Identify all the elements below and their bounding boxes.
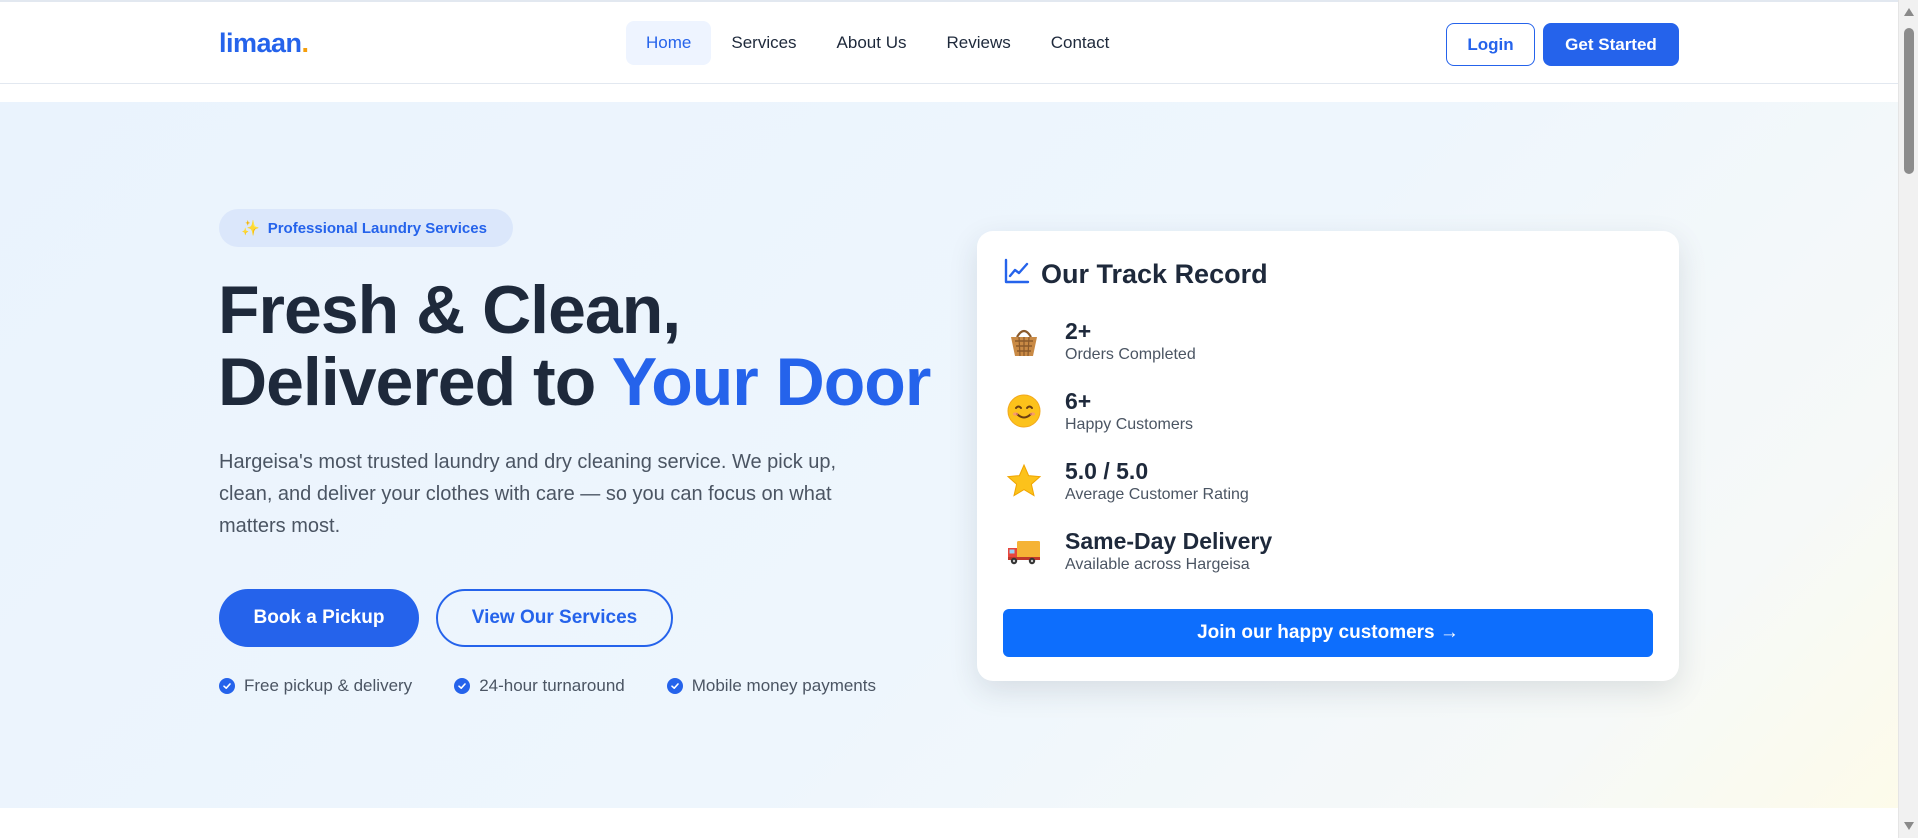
hero-title-line1: Fresh & Clean,	[218, 272, 681, 348]
stat-label: Average Customer Rating	[1065, 486, 1249, 503]
logo-dot: .	[301, 28, 310, 58]
login-button[interactable]: Login	[1446, 23, 1535, 66]
feature-label: Free pickup & delivery	[244, 676, 413, 695]
stat-value: 6+	[1065, 388, 1092, 414]
stat-label: Happy Customers	[1065, 416, 1194, 433]
hero-features: Free pickup & delivery 24-hour turnaroun…	[219, 676, 876, 696]
feature-label: Mobile money payments	[691, 676, 876, 695]
delivery-truck-icon	[1003, 530, 1045, 572]
check-circle-icon	[454, 678, 471, 694]
feature-item: Free pickup & delivery	[219, 676, 412, 696]
hero-badge: ✨ Professional Laundry Services	[219, 209, 513, 247]
nav-item-home[interactable]: Home	[626, 21, 712, 65]
star-icon	[1003, 460, 1045, 502]
scroll-up-arrow-icon[interactable]	[1904, 8, 1914, 16]
hero-badge-label: Professional Laundry Services	[267, 219, 487, 237]
chart-line-icon	[1003, 257, 1031, 292]
scroll-thumb[interactable]	[1904, 28, 1914, 174]
main-nav: Home Services About Us Reviews Contact	[626, 21, 1129, 65]
get-started-button[interactable]: Get Started	[1543, 23, 1679, 66]
logo-text: limaan	[219, 28, 302, 58]
hero-title-line2: Delivered to	[218, 344, 612, 420]
hero-title: Fresh & Clean, Delivered to Your Door	[218, 274, 978, 418]
feature-label: 24-hour turnaround	[479, 676, 625, 695]
view-services-button[interactable]: View Our Services	[436, 589, 673, 647]
book-pickup-button[interactable]: Book a Pickup	[219, 589, 419, 647]
stat-value: 5.0 / 5.0	[1065, 458, 1149, 484]
smile-icon	[1003, 390, 1045, 432]
track-record-title-text: Our Track Record	[1041, 259, 1268, 289]
stat-label: Orders Completed	[1065, 346, 1196, 363]
stat-item: 6+ Happy Customers	[1003, 387, 1193, 435]
check-circle-icon	[666, 678, 683, 694]
feature-item: Mobile money payments	[666, 676, 876, 696]
nav-item-about-us[interactable]: About Us	[817, 21, 927, 65]
stat-item: 5.0 / 5.0 Average Customer Rating	[1003, 457, 1249, 505]
track-record-card: Our Track Record 2+ Orders Completed 6+ …	[977, 231, 1679, 681]
stat-item: 2+ Orders Completed	[1003, 317, 1196, 365]
feature-item: 24-hour turnaround	[454, 676, 625, 696]
scroll-down-arrow-icon[interactable]	[1904, 822, 1914, 830]
check-circle-icon	[219, 678, 235, 694]
hero-section: ✨ Professional Laundry Services Fresh & …	[0, 102, 1898, 808]
site-header: limaan. Home Services About Us Reviews C…	[0, 0, 1898, 84]
stat-value: Same-Day Delivery	[1065, 528, 1273, 554]
page-scrollbar[interactable]	[1898, 0, 1918, 838]
stat-label: Available across Hargeisa	[1065, 556, 1250, 573]
stat-item: Same-Day Delivery Available across Harge…	[1003, 527, 1272, 575]
nav-item-services[interactable]: Services	[711, 21, 816, 65]
sparkles-icon: ✨	[241, 220, 260, 237]
track-record-title: Our Track Record	[1003, 257, 1268, 292]
stat-value: 2+	[1065, 318, 1092, 344]
nav-item-contact[interactable]: Contact	[1031, 21, 1130, 65]
join-customers-button[interactable]: Join our happy customers →	[1003, 609, 1653, 657]
nav-item-reviews[interactable]: Reviews	[926, 21, 1030, 65]
hero-title-accent: Your Door	[611, 344, 931, 420]
hero-description: Hargeisa's most trusted laundry and dry …	[219, 451, 837, 537]
basket-icon	[1003, 320, 1045, 362]
logo[interactable]: limaan.	[219, 28, 309, 59]
